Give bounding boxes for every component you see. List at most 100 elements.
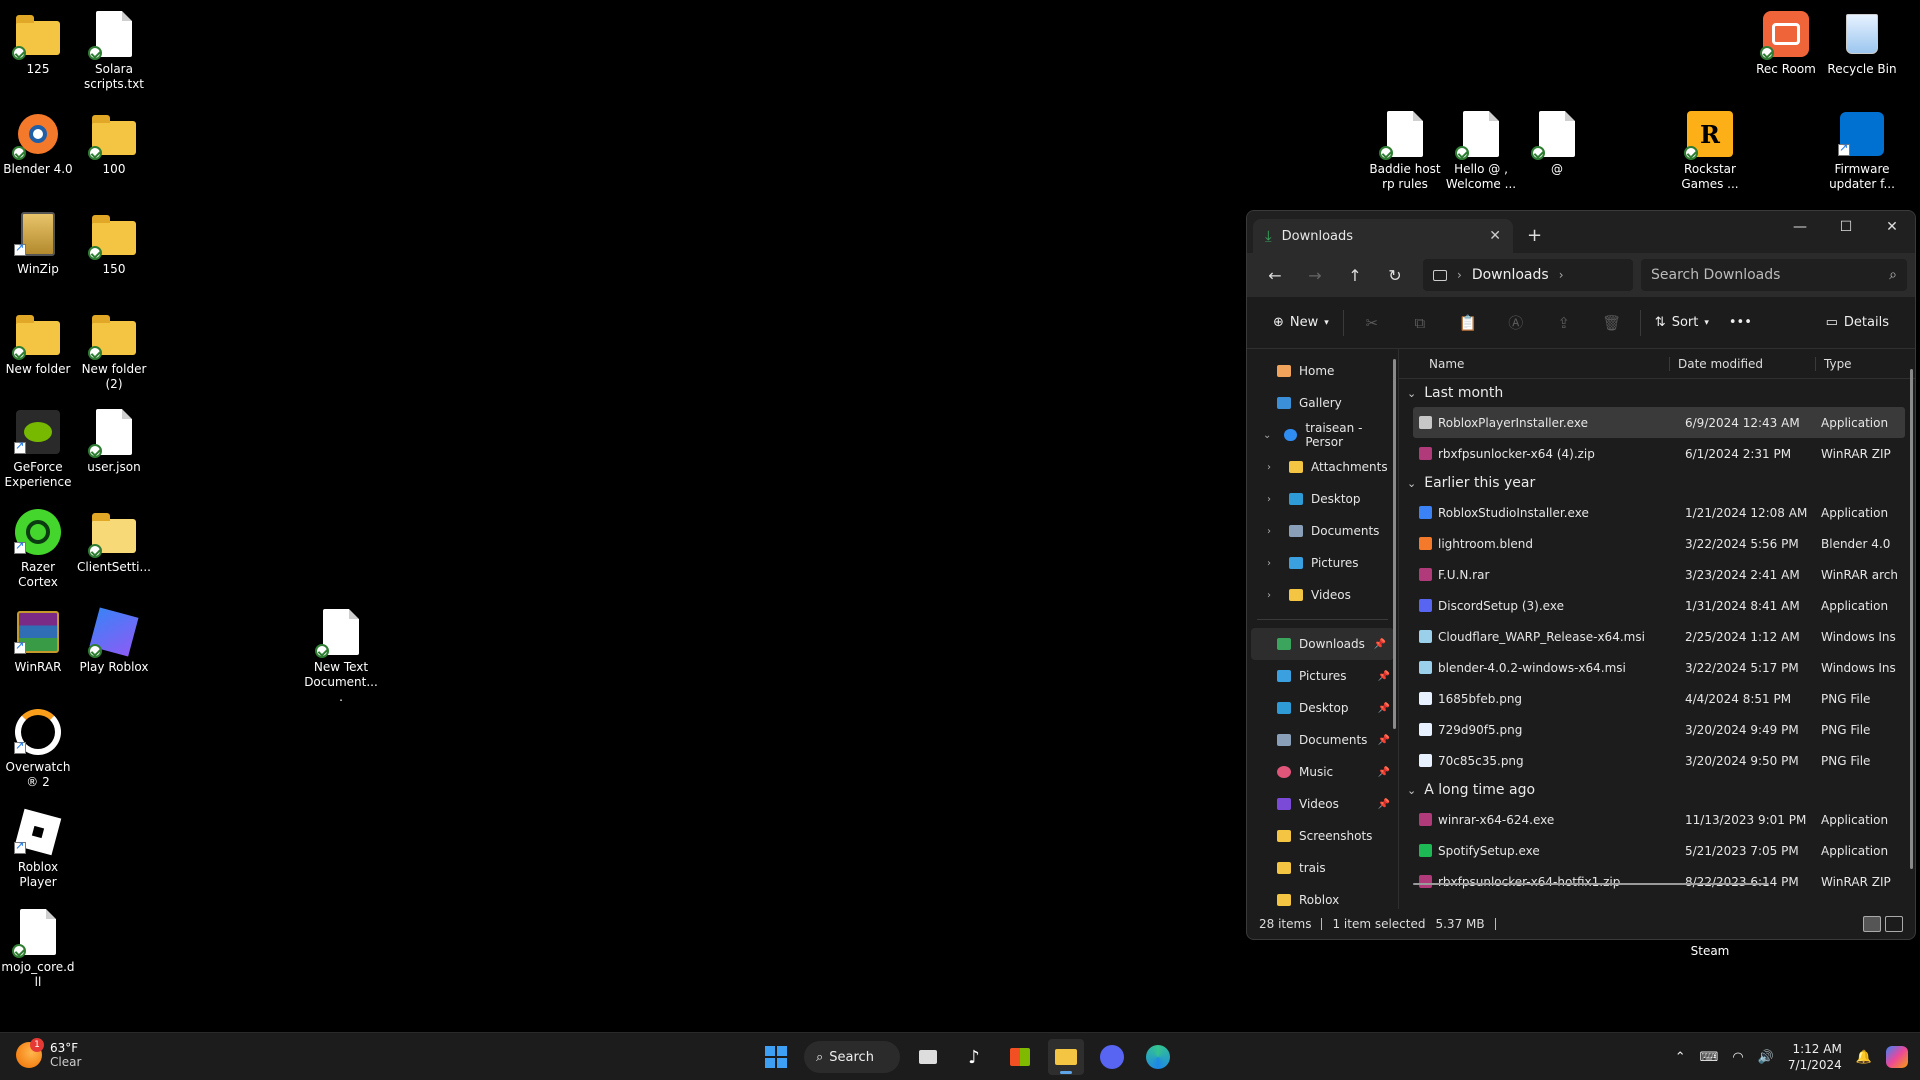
minimize-button[interactable]: — [1777,211,1823,243]
desktop-icon-firmware-updater[interactable]: Firmware updater f... [1824,110,1900,192]
rename-button[interactable]: Ⓐ [1492,306,1540,340]
share-button[interactable]: ⇪ [1540,306,1588,340]
file-row[interactable]: rbxfpsunlocker-x64-hotfix1.zip 8/22/2023 … [1413,866,1905,897]
desktop-icon-125[interactable]: 125 [0,10,76,77]
desktop-icon-hello-welcome[interactable]: Hello @ , Welcome ... [1443,110,1519,192]
file-row[interactable]: blender-4.0.2-windows-x64.msi 3/22/2024 5… [1413,652,1905,683]
nav-videos[interactable]: › Videos [1247,579,1398,611]
refresh-button[interactable]: ↻ [1375,259,1415,291]
column-date-modified[interactable]: Date modified [1669,356,1815,371]
nav-home[interactable]: Home [1247,355,1398,387]
desktop-icon-new-text-document[interactable]: New Text Document.... [303,608,379,705]
tab-downloads[interactable]: ⤓ Downloads ✕ [1253,219,1513,253]
quick-access-roblox[interactable]: Roblox [1247,884,1398,909]
maximize-button[interactable]: ☐ [1823,211,1869,243]
desktop-icon-100[interactable]: 100 [76,110,152,177]
desktop-icon-150[interactable]: 150 [76,210,152,277]
nav-onedrive[interactable]: ⌄ traisean - Persor [1247,419,1398,451]
file-row[interactable]: RobloxPlayerInstaller.exe 6/9/2024 12:43 … [1413,407,1905,438]
edge-app[interactable] [1140,1039,1176,1075]
quick-access-documents[interactable]: Documents 📌 [1247,724,1398,756]
chevron-right-icon[interactable]: › [1267,526,1281,537]
desktop-icon-clientsettings[interactable]: ClientSetti... [76,508,152,575]
paste-button[interactable]: 📋 [1444,306,1492,340]
group-header[interactable]: ⌄ A long time ago [1399,776,1915,804]
nav-pictures[interactable]: › Pictures [1247,547,1398,579]
file-row[interactable]: 1685bfeb.png 4/4/2024 8:51 PM PNG File [1413,683,1905,714]
desktop-icon-winrar[interactable]: WinRAR [0,608,76,675]
desktop-icon-new-folder[interactable]: New folder [0,310,76,377]
quick-access-pictures[interactable]: Pictures 📌 [1247,660,1398,692]
new-button[interactable]: ⊕ New ▾ [1263,306,1339,340]
nav-documents[interactable]: › Documents [1247,515,1398,547]
file-row[interactable]: F.U.N.rar 3/23/2024 2:41 AM WinRAR arch [1413,559,1905,590]
chevron-right-icon[interactable]: › [1267,494,1281,505]
wifi-icon[interactable]: ◠ [1732,1050,1743,1065]
address-bar[interactable]: › Downloads › [1423,259,1633,291]
file-explorer-app[interactable] [1048,1039,1084,1075]
sort-button[interactable]: ⇅ Sort ▾ [1645,306,1719,340]
keyboard-icon[interactable]: ⌨ [1700,1050,1719,1065]
delete-button[interactable]: 🗑 [1588,306,1636,340]
desktop-icon-roblox-player[interactable]: Roblox Player [0,808,76,890]
details-view-button[interactable] [1863,916,1881,932]
quick-access-screenshots[interactable]: Screenshots [1247,820,1398,852]
copy-button[interactable]: ⧉ [1396,306,1444,340]
file-row[interactable]: SpotifySetup.exe 5/21/2023 7:05 PM Applica… [1413,835,1905,866]
close-tab-icon[interactable]: ✕ [1489,228,1501,244]
clock[interactable]: 1:12 AM 7/1/2024 [1788,1041,1842,1073]
up-button[interactable]: ↑ [1335,259,1375,291]
chevron-right-icon[interactable]: › [1267,590,1281,601]
desktop-icon-play-roblox[interactable]: Play Roblox [76,607,152,675]
vertical-scrollbar[interactable] [1910,369,1913,869]
details-button[interactable]: ▭ Details [1816,306,1899,340]
file-row[interactable]: RobloxStudioInstaller.exe 1/21/2024 12:08… [1413,497,1905,528]
desktop-icon-rockstar[interactable]: R Rockstar Games ... [1672,110,1748,192]
close-window-button[interactable]: ✕ [1869,211,1915,243]
cut-button[interactable]: ✂ [1348,306,1396,340]
desktop-icon-overwatch[interactable]: Overwatch® 2 [0,708,76,790]
nav-desktop[interactable]: › Desktop [1247,483,1398,515]
group-header[interactable]: ⌄ Earlier this year [1399,469,1915,497]
desktop-icon-geforce[interactable]: GeForce Experience [0,408,76,490]
file-row[interactable]: 729d90f5.png 3/20/2024 9:49 PM PNG File [1413,714,1905,745]
desktop-icon-mojo-core[interactable]: mojo_core.dll [0,908,76,990]
desktop-icon-at[interactable]: @ [1519,110,1595,177]
horizontal-scrollbar[interactable] [1413,883,1769,885]
desktop-icon-user-json[interactable]: user.json [76,408,152,475]
chevron-down-icon[interactable]: ⌄ [1263,430,1276,441]
start-button[interactable] [758,1039,794,1075]
file-row[interactable]: 70c85c35.png 3/20/2024 9:50 PM PNG File [1413,745,1905,776]
show-hidden-icons-button[interactable]: ⌃ [1675,1050,1686,1065]
breadcrumb-downloads[interactable]: Downloads [1472,267,1549,283]
tiles-view-button[interactable] [1885,916,1903,932]
file-row[interactable]: DiscordSetup (3).exe 1/31/2024 8:41 AM App… [1413,590,1905,621]
copilot-icon[interactable] [1886,1046,1908,1068]
desktop-icon-blender[interactable]: Blender 4.0 [0,110,76,177]
desktop-icon-steam[interactable]: Steam [1672,940,1748,959]
search-box[interactable]: Search Downloads ⌕ [1641,259,1907,291]
desktop-icon-new-folder-2[interactable]: New folder (2) [76,310,152,392]
nav-attachments[interactable]: › Attachments [1247,451,1398,483]
file-row[interactable]: rbxfpsunlocker-x64 (4).zip 6/1/2024 2:31 … [1413,438,1905,469]
desktop-icon-winzip[interactable]: WinZip [0,210,76,277]
nav-scrollbar[interactable] [1393,359,1396,729]
chevron-right-icon[interactable]: › [1559,268,1564,282]
notification-bell-icon[interactable]: 🔔 [1856,1050,1872,1065]
quick-access-videos[interactable]: Videos 📌 [1247,788,1398,820]
tiktok-app[interactable]: ♪ [956,1039,992,1075]
forward-button[interactable]: → [1295,259,1335,291]
weather-widget[interactable]: 1 63°F Clear [16,1038,81,1069]
volume-icon[interactable]: 🔊 [1758,1050,1774,1065]
file-row[interactable]: lightroom.blend 3/22/2024 5:56 PM Blender … [1413,528,1905,559]
desktop-icon-solara-scripts[interactable]: Solara scripts.txt [76,10,152,92]
chevron-right-icon[interactable]: › [1267,558,1281,569]
nav-gallery[interactable]: Gallery [1247,387,1398,419]
quick-access-trais[interactable]: trais [1247,852,1398,884]
desktop-icon-rec-room[interactable]: Rec Room [1748,10,1824,77]
desktop-icon-baddie-host-rules[interactable]: Baddie host rp rules [1367,110,1443,192]
column-type[interactable]: Type [1815,356,1915,371]
new-tab-button[interactable]: + [1527,225,1542,246]
group-header[interactable]: ⌄ Last month [1399,379,1915,407]
file-row[interactable]: winrar-x64-624.exe 11/13/2023 9:01 PM Appl… [1413,804,1905,835]
